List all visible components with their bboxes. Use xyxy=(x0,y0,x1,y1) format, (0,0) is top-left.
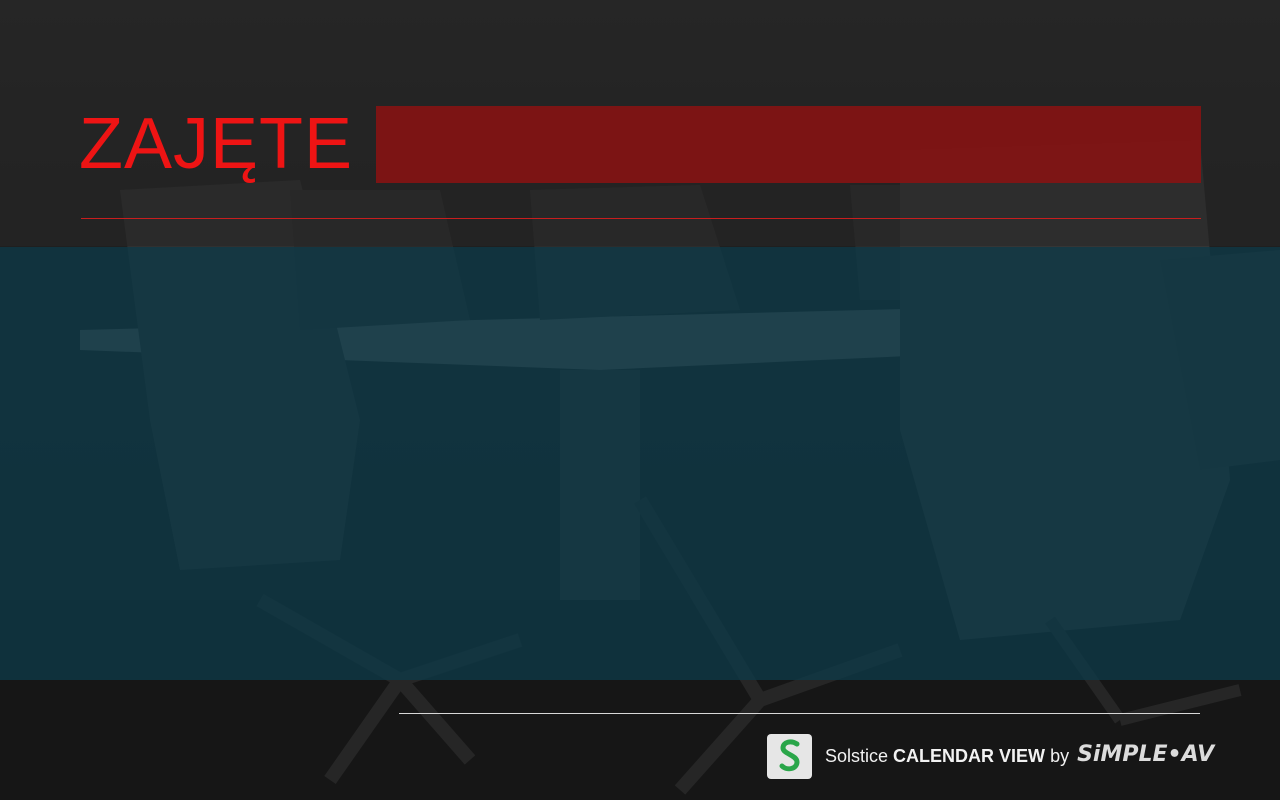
footer-divider xyxy=(399,713,1200,714)
product-view-name: CALENDAR VIEW xyxy=(893,745,1046,766)
header-divider xyxy=(81,218,1201,219)
room-display-screen: ZAJĘTE Solstice CALENDAR VIEW by SiMPLE•… xyxy=(0,0,1280,800)
product-name: Solstice xyxy=(825,745,889,766)
meeting-details-panel xyxy=(0,247,1280,680)
solstice-logo-icon xyxy=(767,733,812,779)
by-text: by xyxy=(1050,745,1070,766)
room-status-label: ZAJĘTE xyxy=(79,104,354,184)
brand-text: Solstice CALENDAR VIEW by xyxy=(825,746,1069,767)
simple-av-logo: SiMPLE•AV xyxy=(1077,741,1215,767)
status-bar xyxy=(376,106,1201,183)
footer-branding: Solstice CALENDAR VIEW by SiMPLE•AV xyxy=(767,733,1214,779)
